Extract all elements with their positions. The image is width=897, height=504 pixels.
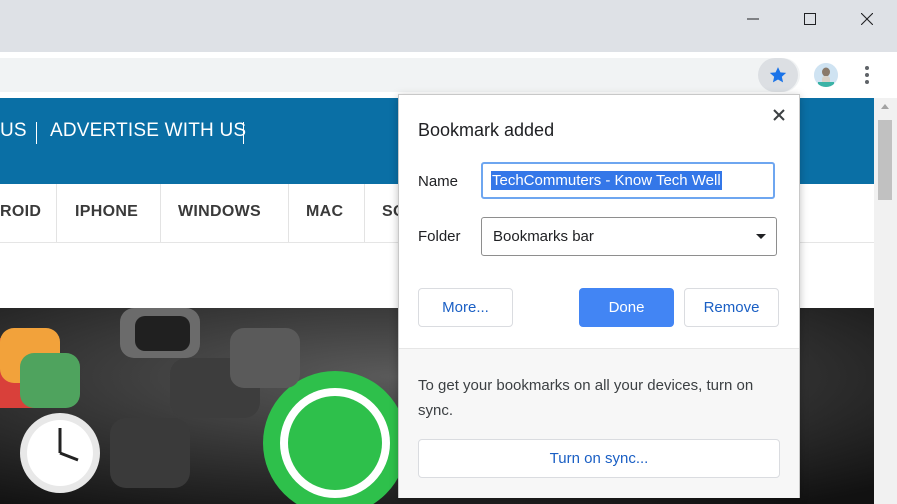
remove-button[interactable]: Remove (684, 288, 779, 327)
category-divider (56, 184, 57, 242)
category-divider (364, 184, 365, 242)
name-label: Name (418, 173, 459, 190)
category-item-mac[interactable]: MAC (306, 203, 343, 221)
folder-label: Folder (418, 228, 461, 245)
avatar[interactable] (814, 63, 838, 87)
bookmark-added-dialog: Bookmark added Name TechCommuters - Know… (398, 94, 800, 498)
category-item-android[interactable]: ROID (0, 203, 41, 221)
category-item-windows[interactable]: WINDOWS (178, 203, 261, 221)
maximize-button[interactable] (781, 0, 839, 38)
nav-divider (243, 122, 244, 144)
address-bar[interactable] (0, 58, 800, 92)
page-scrollbar[interactable] (874, 98, 897, 504)
more-button[interactable]: More... (418, 288, 513, 327)
category-divider (160, 184, 161, 242)
close-dialog-button[interactable] (769, 105, 789, 125)
turn-on-sync-button[interactable]: Turn on sync... (418, 439, 780, 478)
done-button[interactable]: Done (579, 288, 674, 327)
vertical-dots-icon[interactable] (858, 62, 876, 88)
top-nav-item[interactable]: US (0, 120, 27, 142)
dialog-title: Bookmark added (418, 120, 555, 140)
bookmark-star-button[interactable] (758, 58, 798, 92)
top-nav-item-advertise[interactable]: ADVERTISE WITH US (50, 120, 246, 142)
browser-toolbar (0, 52, 897, 98)
sync-promo-text: To get your bookmarks on all your device… (418, 377, 754, 419)
close-window-button[interactable] (838, 0, 896, 38)
folder-dropdown[interactable]: Bookmarks bar (481, 217, 777, 256)
scrollbar-thumb[interactable] (878, 120, 892, 200)
nav-divider (36, 122, 37, 144)
title-bar (0, 0, 897, 52)
close-icon (773, 109, 785, 121)
profile-picture (814, 63, 838, 87)
bookmark-name-value[interactable]: TechCommuters - Know Tech Well (491, 171, 722, 190)
bookmark-name-input[interactable]: TechCommuters - Know Tech Well (481, 162, 775, 199)
maximize-icon (804, 13, 816, 25)
chevron-down-icon (756, 234, 766, 239)
sync-promo: To get your bookmarks on all your device… (399, 348, 799, 498)
folder-selected-value: Bookmarks bar (493, 228, 594, 245)
star-icon (769, 67, 787, 83)
scroll-up-icon[interactable] (881, 104, 889, 109)
category-item-iphone[interactable]: IPHONE (75, 203, 138, 221)
category-divider (288, 184, 289, 242)
close-icon (861, 13, 873, 25)
minimize-button[interactable] (724, 0, 782, 38)
minimize-icon (747, 18, 759, 20)
